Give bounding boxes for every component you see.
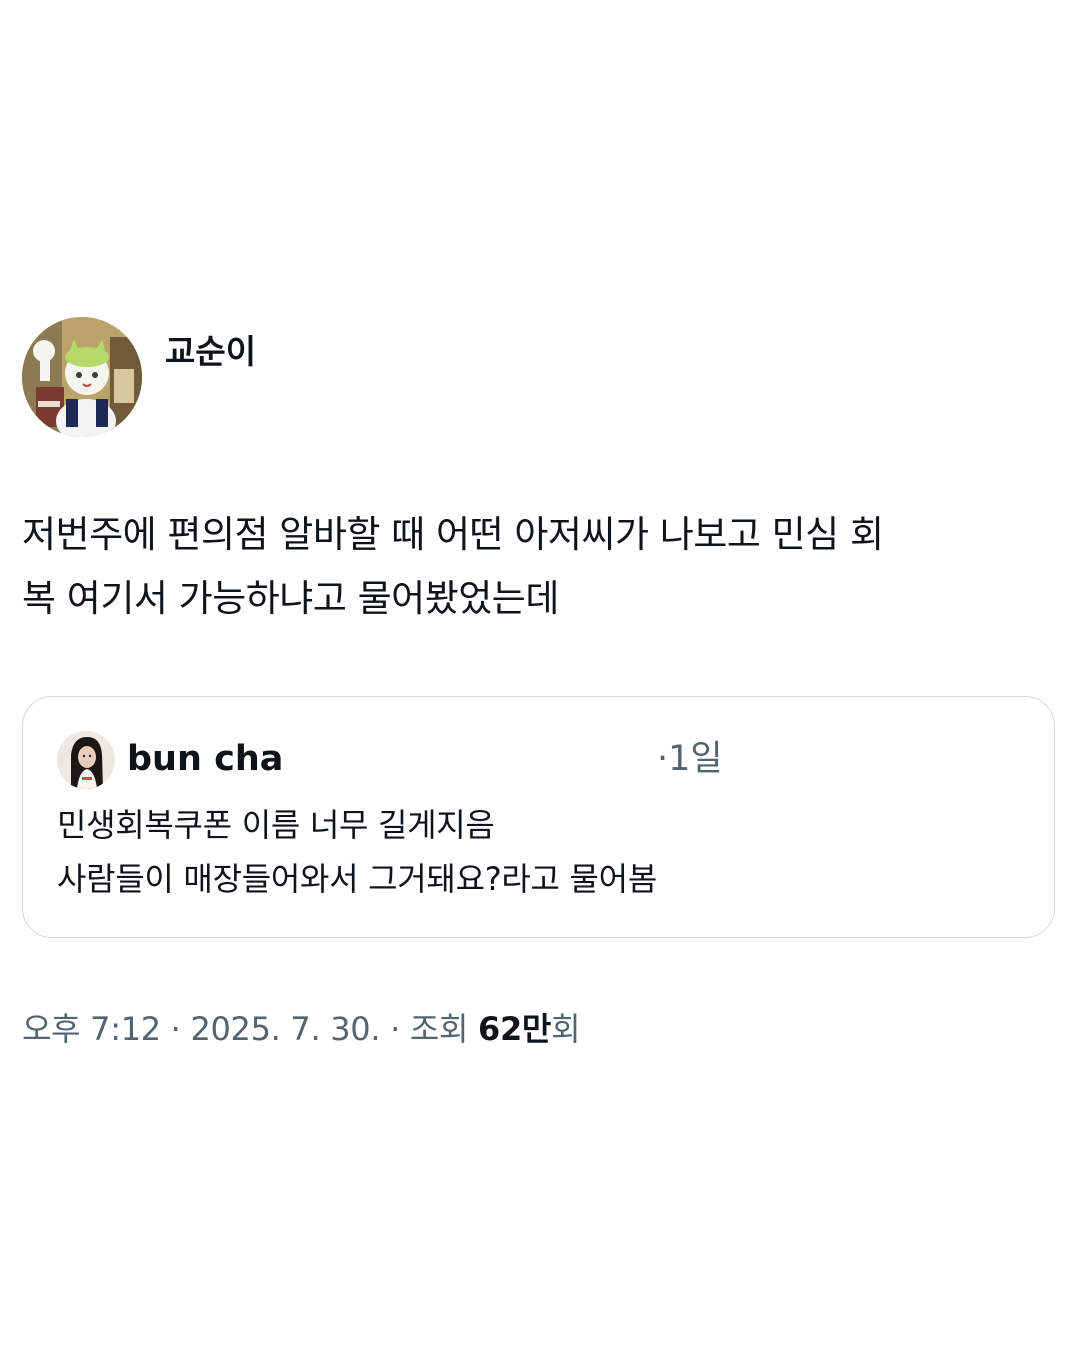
tweet-text-line: 복 여기서 가능하냐고 물어봤었는데 [22, 577, 559, 620]
quoted-tweet-card[interactable]: bun cha ·1일 민생회복쿠폰 이름 너무 길게지음 사람들이 매장들어와… [22, 696, 1055, 938]
author-avatar[interactable] [22, 317, 142, 437]
tweet-date[interactable]: 2025. 7. 30. [190, 1010, 380, 1048]
meta-separator: · [160, 1010, 191, 1048]
views-label: 조회 [409, 1010, 478, 1048]
tweet-detail: 교순이 저번주에 편의점 알바할 때 어떤 아저씨가 나보고 민심 회 복 여기… [0, 0, 1080, 1350]
quoted-tweet-text-line: 민생회복쿠폰 이름 너무 길게지음 [57, 806, 495, 844]
tweet-text: 저번주에 편의점 알바할 때 어떤 아저씨가 나보고 민심 회 복 여기서 가능… [22, 503, 1058, 631]
quoted-tweet-text: 민생회복쿠폰 이름 너무 길게지음 사람들이 매장들어와서 그거돼요?라고 물어… [57, 798, 1017, 906]
tweet-meta: 오후 7:12 · 2025. 7. 30. · 조회 62만회 [22, 1006, 581, 1052]
quoted-author-avatar[interactable] [57, 731, 115, 789]
author-display-name[interactable]: 교순이 [165, 330, 256, 374]
quoted-tweet-time[interactable]: ·1일 [657, 737, 723, 781]
views-suffix: 회 [551, 1010, 581, 1048]
meta-separator: · [380, 1010, 410, 1048]
views-count: 62만 [478, 1010, 552, 1048]
tweet-time[interactable]: 오후 7:12 [22, 1010, 161, 1048]
tweet-text-line: 저번주에 편의점 알바할 때 어떤 아저씨가 나보고 민심 회 [22, 513, 884, 556]
quoted-tweet-text-line: 사람들이 매장들어와서 그거돼요?라고 물어봄 [57, 860, 657, 898]
profile-photo-icon [57, 731, 115, 789]
character-avatar-icon [22, 317, 142, 437]
quoted-author-display-name[interactable]: bun cha [127, 737, 283, 781]
